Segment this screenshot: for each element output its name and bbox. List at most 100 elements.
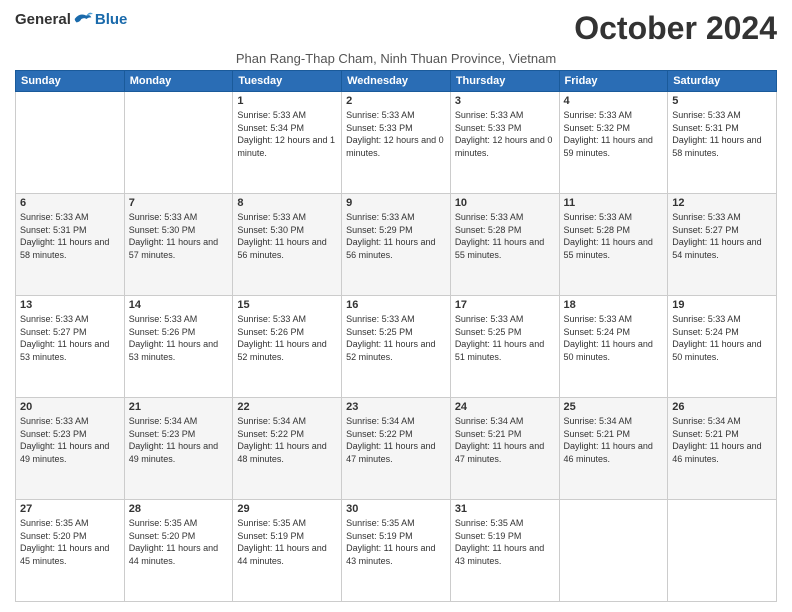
day-info: Sunrise: 5:33 AMSunset: 5:28 PMDaylight:… xyxy=(455,211,555,261)
calendar-cell: 14 Sunrise: 5:33 AMSunset: 5:26 PMDayligh… xyxy=(124,296,233,398)
calendar-cell: 25 Sunrise: 5:34 AMSunset: 5:21 PMDayligh… xyxy=(559,398,668,500)
day-header-monday: Monday xyxy=(124,71,233,92)
day-info: Sunrise: 5:34 AMSunset: 5:22 PMDaylight:… xyxy=(346,415,446,465)
calendar-cell: 1Sunrise: 5:33 AMSunset: 5:34 PMDaylight… xyxy=(233,92,342,194)
calendar-cell: 30Sunrise: 5:35 AMSunset: 5:19 PMDayligh… xyxy=(342,500,451,602)
subtitle: Phan Rang-Thap Cham, Ninh Thuan Province… xyxy=(15,51,777,66)
day-number: 1 xyxy=(237,95,337,107)
day-number: 28 xyxy=(129,503,229,515)
day-info: Sunrise: 5:33 AMSunset: 5:28 PMDaylight:… xyxy=(564,211,664,261)
day-number: 30 xyxy=(346,503,446,515)
month-title: October 2024 xyxy=(574,10,777,47)
day-number: 2 xyxy=(346,95,446,107)
calendar-cell: 24 Sunrise: 5:34 AMSunset: 5:21 PMDayligh… xyxy=(450,398,559,500)
calendar-cell: 22 Sunrise: 5:34 AMSunset: 5:22 PMDayligh… xyxy=(233,398,342,500)
calendar-cell: 16 Sunrise: 5:33 AMSunset: 5:25 PMDayligh… xyxy=(342,296,451,398)
day-number: 17 xyxy=(455,299,555,311)
logo-blue: Blue xyxy=(95,11,128,28)
day-info: Sunrise: 5:34 AMSunset: 5:22 PMDaylight:… xyxy=(237,415,337,465)
calendar-cell: 17 Sunrise: 5:33 AMSunset: 5:25 PMDayligh… xyxy=(450,296,559,398)
calendar-cell: 12Sunrise: 5:33 AMSunset: 5:27 PMDayligh… xyxy=(668,194,777,296)
day-header-saturday: Saturday xyxy=(668,71,777,92)
logo: General Blue xyxy=(15,10,127,28)
calendar-cell: 18 Sunrise: 5:33 AMSunset: 5:24 PMDayligh… xyxy=(559,296,668,398)
calendar-cell: 26 Sunrise: 5:34 AMSunset: 5:21 PMDayligh… xyxy=(668,398,777,500)
day-info: Sunrise: 5:33 AMSunset: 5:26 PMDaylight:… xyxy=(129,313,229,363)
calendar-cell: 23 Sunrise: 5:34 AMSunset: 5:22 PMDayligh… xyxy=(342,398,451,500)
day-info: Sunrise: 5:33 AMSunset: 5:27 PMDaylight:… xyxy=(20,313,120,363)
day-number: 21 xyxy=(129,401,229,413)
calendar-cell: 8 Sunrise: 5:33 AMSunset: 5:30 PMDaylight… xyxy=(233,194,342,296)
day-header-thursday: Thursday xyxy=(450,71,559,92)
calendar-cell: 31 Sunrise: 5:35 AMSunset: 5:19 PMDayligh… xyxy=(450,500,559,602)
calendar-cell: 3Sunrise: 5:33 AMSunset: 5:33 PMDaylight… xyxy=(450,92,559,194)
day-number: 29 xyxy=(237,503,337,515)
calendar-cell: 21 Sunrise: 5:34 AMSunset: 5:23 PMDayligh… xyxy=(124,398,233,500)
day-info: Sunrise: 5:33 AMSunset: 5:30 PMDaylight:… xyxy=(129,211,229,261)
day-info: Sunrise: 5:33 AMSunset: 5:24 PMDaylight:… xyxy=(564,313,664,363)
day-number: 10 xyxy=(455,197,555,209)
day-number: 26 xyxy=(672,401,772,413)
calendar-cell: 9Sunrise: 5:33 AMSunset: 5:29 PMDaylight… xyxy=(342,194,451,296)
calendar-cell: 6Sunrise: 5:33 AMSunset: 5:31 PMDaylight… xyxy=(16,194,125,296)
calendar-cell xyxy=(668,500,777,602)
day-number: 15 xyxy=(237,299,337,311)
calendar-cell: 2Sunrise: 5:33 AMSunset: 5:33 PMDaylight… xyxy=(342,92,451,194)
day-info: Sunrise: 5:33 AMSunset: 5:27 PMDaylight:… xyxy=(672,211,772,261)
day-info: Sunrise: 5:33 AMSunset: 5:31 PMDaylight:… xyxy=(20,211,120,261)
day-info: Sunrise: 5:33 AMSunset: 5:25 PMDaylight:… xyxy=(455,313,555,363)
day-number: 24 xyxy=(455,401,555,413)
day-header-friday: Friday xyxy=(559,71,668,92)
day-number: 8 xyxy=(237,197,337,209)
calendar-cell: 13 Sunrise: 5:33 AMSunset: 5:27 PMDayligh… xyxy=(16,296,125,398)
day-number: 27 xyxy=(20,503,120,515)
day-info: Sunrise: 5:34 AMSunset: 5:21 PMDaylight:… xyxy=(672,415,772,465)
calendar-cell: 19 Sunrise: 5:33 AMSunset: 5:24 PMDayligh… xyxy=(668,296,777,398)
title-section: October 2024 xyxy=(574,10,777,47)
calendar-cell: 29 Sunrise: 5:35 AMSunset: 5:19 PMDayligh… xyxy=(233,500,342,602)
day-number: 16 xyxy=(346,299,446,311)
week-row-2: 6Sunrise: 5:33 AMSunset: 5:31 PMDaylight… xyxy=(16,194,777,296)
calendar-body: 1Sunrise: 5:33 AMSunset: 5:34 PMDaylight… xyxy=(16,92,777,602)
day-number: 22 xyxy=(237,401,337,413)
day-header-sunday: Sunday xyxy=(16,71,125,92)
day-info: Sunrise: 5:35 AMSunset: 5:19 PMDaylight:… xyxy=(455,517,555,567)
week-row-1: 1Sunrise: 5:33 AMSunset: 5:34 PMDaylight… xyxy=(16,92,777,194)
calendar-cell: 11 Sunrise: 5:33 AMSunset: 5:28 PMDayligh… xyxy=(559,194,668,296)
day-info: Sunrise: 5:35 AMSunset: 5:20 PMDaylight:… xyxy=(20,517,120,567)
calendar-header-row: SundayMondayTuesdayWednesdayThursdayFrid… xyxy=(16,71,777,92)
day-number: 25 xyxy=(564,401,664,413)
logo-general: General xyxy=(15,11,71,28)
calendar-cell xyxy=(16,92,125,194)
day-number: 19 xyxy=(672,299,772,311)
day-header-wednesday: Wednesday xyxy=(342,71,451,92)
day-number: 4 xyxy=(564,95,664,107)
day-info: Sunrise: 5:34 AMSunset: 5:21 PMDaylight:… xyxy=(564,415,664,465)
day-info: Sunrise: 5:34 AMSunset: 5:23 PMDaylight:… xyxy=(129,415,229,465)
day-info: Sunrise: 5:34 AMSunset: 5:21 PMDaylight:… xyxy=(455,415,555,465)
day-info: Sunrise: 5:33 AMSunset: 5:32 PMDaylight:… xyxy=(564,109,664,159)
day-info: Sunrise: 5:33 AMSunset: 5:26 PMDaylight:… xyxy=(237,313,337,363)
day-info: Sunrise: 5:33 AMSunset: 5:25 PMDaylight:… xyxy=(346,313,446,363)
day-number: 31 xyxy=(455,503,555,515)
day-info: Sunrise: 5:33 AMSunset: 5:24 PMDaylight:… xyxy=(672,313,772,363)
day-number: 14 xyxy=(129,299,229,311)
day-info: Sunrise: 5:33 AMSunset: 5:30 PMDaylight:… xyxy=(237,211,337,261)
day-info: Sunrise: 5:33 AMSunset: 5:23 PMDaylight:… xyxy=(20,415,120,465)
calendar-cell: 15 Sunrise: 5:33 AMSunset: 5:26 PMDayligh… xyxy=(233,296,342,398)
day-info: Sunrise: 5:35 AMSunset: 5:19 PMDaylight:… xyxy=(237,517,337,567)
day-number: 23 xyxy=(346,401,446,413)
calendar-cell: 10 Sunrise: 5:33 AMSunset: 5:28 PMDayligh… xyxy=(450,194,559,296)
calendar-cell: 20Sunrise: 5:33 AMSunset: 5:23 PMDayligh… xyxy=(16,398,125,500)
week-row-3: 13 Sunrise: 5:33 AMSunset: 5:27 PMDayligh… xyxy=(16,296,777,398)
day-info: Sunrise: 5:33 AMSunset: 5:31 PMDaylight:… xyxy=(672,109,772,159)
day-number: 11 xyxy=(564,197,664,209)
calendar-cell: 4 Sunrise: 5:33 AMSunset: 5:32 PMDaylight… xyxy=(559,92,668,194)
calendar: SundayMondayTuesdayWednesdayThursdayFrid… xyxy=(15,70,777,602)
day-header-tuesday: Tuesday xyxy=(233,71,342,92)
calendar-cell: 28Sunrise: 5:35 AMSunset: 5:20 PMDayligh… xyxy=(124,500,233,602)
day-number: 13 xyxy=(20,299,120,311)
calendar-cell xyxy=(124,92,233,194)
day-number: 18 xyxy=(564,299,664,311)
page: General Blue October 2024 Phan Rang-Thap… xyxy=(0,0,792,612)
